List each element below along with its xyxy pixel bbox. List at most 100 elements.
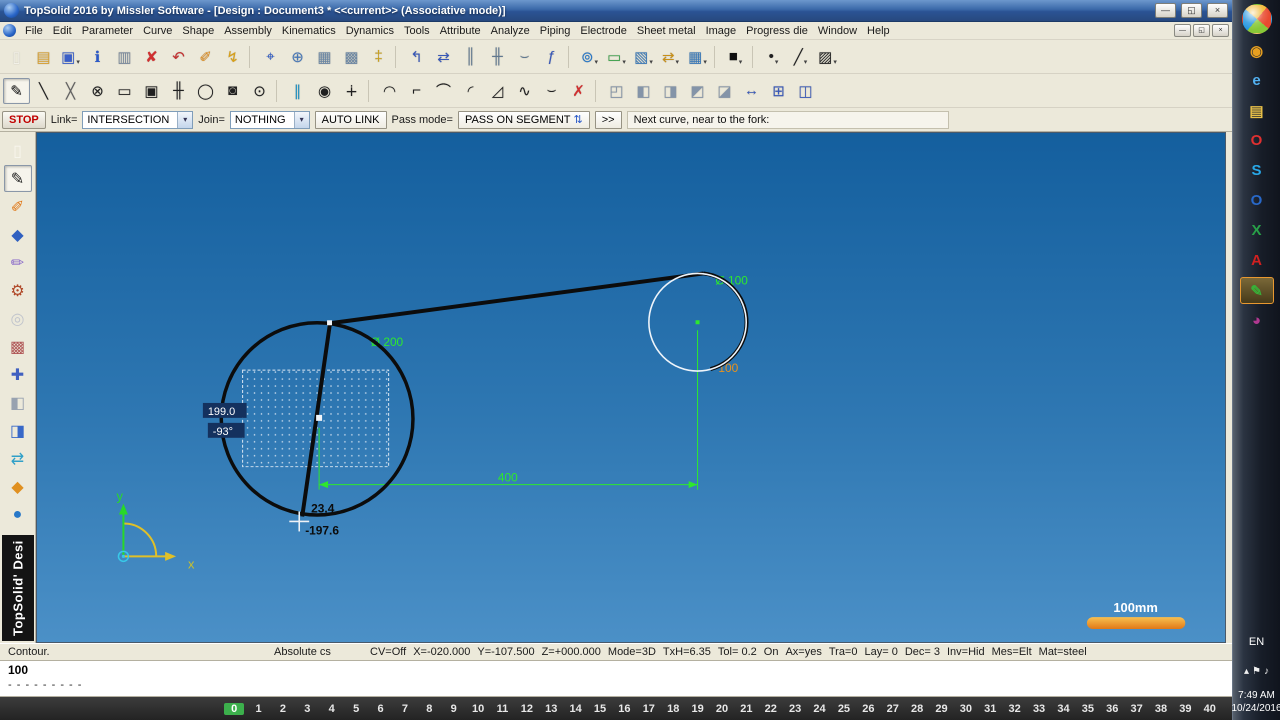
point-on-curve-button[interactable]: ⊗ [84, 78, 111, 104]
menu-item[interactable]: Tools [399, 24, 435, 38]
page-number[interactable]: 20 [710, 703, 734, 715]
corner-tool-button[interactable]: ⌐ [403, 78, 430, 104]
menu-item[interactable]: Assembly [219, 24, 277, 38]
helper-tool[interactable]: ✚ [4, 361, 32, 388]
hatch-style-button[interactable]: ▨ [814, 44, 841, 70]
undo-button[interactable]: ↶ [165, 44, 192, 70]
sphere-tool[interactable]: ● [4, 501, 32, 528]
page-number[interactable]: 11 [490, 703, 514, 715]
grab-tool-button[interactable]: ⌣ [511, 44, 538, 70]
dimension-tool-button[interactable]: ↔ [738, 78, 765, 104]
view-front-button[interactable]: ◰ [603, 78, 630, 104]
start-button[interactable] [1242, 4, 1272, 34]
machine-tool[interactable]: ⚙ [4, 277, 32, 304]
table-view-button[interactable]: ▦ [684, 44, 711, 70]
page-number[interactable]: 37 [1124, 703, 1148, 715]
view-iso-3-button[interactable]: ◩ [684, 78, 711, 104]
page-number[interactable]: 14 [563, 703, 587, 715]
menu-item[interactable]: File [20, 24, 48, 38]
page-number[interactable]: 24 [807, 703, 831, 715]
join-dropdown[interactable]: NOTHING ▾ [229, 110, 310, 129]
save-button[interactable]: ▣ [57, 44, 84, 70]
page-number[interactable]: 5 [344, 703, 368, 715]
hatch-grid-button[interactable]: ▦ [311, 44, 338, 70]
excel-icon[interactable]: X [1240, 217, 1274, 244]
rectangle-tool-button[interactable]: ▭ [111, 78, 138, 104]
page-number[interactable]: 38 [1149, 703, 1173, 715]
hidden-icons-button[interactable]: ▴ [1244, 666, 1249, 677]
minimize-button[interactable]: — [1155, 3, 1176, 18]
hatch-grid-2-button[interactable]: ▩ [338, 44, 365, 70]
page-number[interactable]: 32 [1002, 703, 1026, 715]
page-number[interactable]: 10 [466, 703, 490, 715]
page-number[interactable]: 34 [1051, 703, 1075, 715]
page-number[interactable]: 26 [856, 703, 880, 715]
page-number[interactable]: 39 [1173, 703, 1197, 715]
frame-view-button[interactable]: ▭ [603, 44, 630, 70]
page-number[interactable]: 18 [661, 703, 685, 715]
line-tool-button[interactable]: ╲ [30, 78, 57, 104]
ellipse-tool-button[interactable]: ◯ [192, 78, 219, 104]
columns-button[interactable]: ║ [457, 44, 484, 70]
page-number[interactable]: 8 [417, 703, 441, 715]
arc-3pt-button[interactable]: ⌒ [430, 78, 457, 104]
solid-tool[interactable]: ◆ [4, 221, 32, 248]
mdi-minimize-button[interactable]: — [1174, 24, 1191, 37]
file-explorer-icon[interactable]: ▤ [1240, 97, 1274, 124]
transfer-tool[interactable]: ⇄ [4, 445, 32, 472]
view-iso-4-button[interactable]: ◪ [711, 78, 738, 104]
page-number[interactable]: 22 [759, 703, 783, 715]
mdi-close-button[interactable]: × [1212, 24, 1229, 37]
page-number[interactable]: 21 [734, 703, 758, 715]
point-style-button[interactable]: • [760, 44, 787, 70]
open-document-button[interactable]: ▤ [30, 44, 57, 70]
menu-item[interactable]: Help [862, 24, 895, 38]
edit-pencil-button[interactable]: ✐ [192, 44, 219, 70]
page-number[interactable]: 7 [393, 703, 417, 715]
menu-item[interactable]: Dynamics [341, 24, 399, 38]
pdf-reader-icon[interactable]: A [1240, 247, 1274, 274]
menu-item[interactable]: Shape [177, 24, 219, 38]
page-number[interactable]: 25 [832, 703, 856, 715]
menu-item[interactable]: Curve [138, 24, 177, 38]
page-number[interactable]: 31 [978, 703, 1002, 715]
grid-tool-button[interactable]: ⊞ [765, 78, 792, 104]
color-swatch-button[interactable]: ■ [722, 44, 749, 70]
zoom-sheet-button[interactable]: ⊕ [284, 44, 311, 70]
page-number[interactable]: 40 [1198, 703, 1222, 715]
page-number[interactable]: 16 [612, 703, 636, 715]
skype-icon[interactable]: S [1240, 157, 1274, 184]
keys-button[interactable]: ‡ [365, 44, 392, 70]
menu-item[interactable]: Window [813, 24, 862, 38]
pass-mode-button[interactable]: PASS ON SEGMENT ⇅ [457, 110, 590, 129]
action-center-icon[interactable]: ⚑ [1252, 666, 1261, 677]
volume-icon[interactable]: ♪ [1264, 666, 1269, 677]
page-number[interactable]: 9 [442, 703, 466, 715]
palette-tool[interactable]: ▩ [4, 333, 32, 360]
columns-grid-button[interactable]: ╫ [484, 44, 511, 70]
menu-item[interactable]: Electrode [575, 24, 631, 38]
page-number[interactable]: 12 [515, 703, 539, 715]
compass-button[interactable]: ⌖ [257, 44, 284, 70]
command-area[interactable]: 100 - - - - - - - - - [0, 661, 1232, 697]
point-tool-button[interactable]: ∔ [338, 78, 365, 104]
menu-item[interactable]: Parameter [77, 24, 138, 38]
menu-item[interactable]: Progress die [741, 24, 813, 38]
view-target-button[interactable]: ⊚ [576, 44, 603, 70]
delete-button[interactable]: ✘ [138, 44, 165, 70]
close-button[interactable]: × [1207, 3, 1228, 18]
parallel-tool-button[interactable]: ∥ [284, 78, 311, 104]
page-number[interactable]: 33 [1027, 703, 1051, 715]
page-number[interactable]: 17 [637, 703, 661, 715]
clock[interactable]: 7:49 AM 10/24/2016 [1231, 689, 1280, 715]
media-player-icon[interactable]: ◕ [1240, 307, 1274, 334]
menu-item[interactable]: Kinematics [277, 24, 341, 38]
page-number[interactable]: 3 [295, 703, 319, 715]
drawing-viewport[interactable]: 400 100 Ø 100 Ø 200 199.0 -93° 23.4 -197… [36, 132, 1226, 643]
page-number[interactable]: 13 [539, 703, 563, 715]
belt-arc[interactable] [703, 271, 749, 371]
fillet-tool-button[interactable]: ◜ [457, 78, 484, 104]
shape-pencil-tool[interactable]: ✏ [4, 249, 32, 276]
point-target-button[interactable]: ◉ [311, 78, 338, 104]
opera-icon[interactable]: O [1240, 127, 1274, 154]
